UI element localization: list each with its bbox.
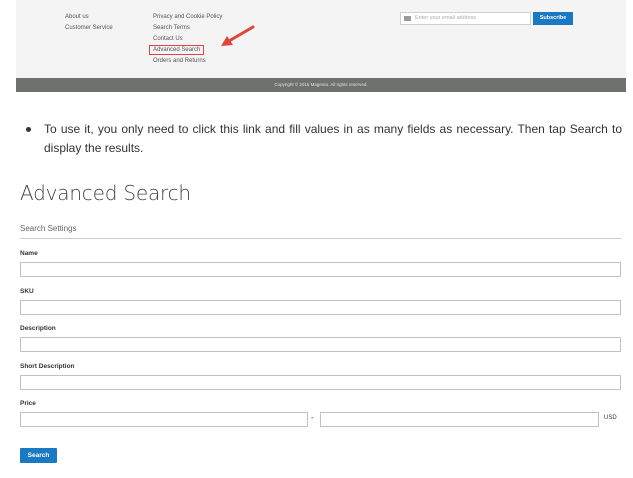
page-title: Advanced Search <box>20 181 191 205</box>
subscribe-button[interactable]: Subscribe <box>533 12 573 25</box>
bullet-dot-icon <box>26 127 31 132</box>
footer-screenshot: About us Customer Service Privacy and Co… <box>16 0 626 92</box>
section-divider <box>20 238 621 239</box>
footer-link-customer-service[interactable]: Customer Service <box>65 23 113 34</box>
newsletter-email-input[interactable]: Enter your email address <box>400 12 531 25</box>
footer-link-orders-returns[interactable]: Orders and Returns <box>153 56 222 67</box>
short-description-input[interactable] <box>20 375 621 390</box>
currency-label: USD <box>604 415 617 421</box>
name-input[interactable] <box>20 262 621 277</box>
name-label: Name <box>20 250 38 257</box>
mail-icon <box>404 16 411 21</box>
red-arrow-icon <box>221 25 255 46</box>
copyright-bar: Copyright © 2015 Magento. All rights res… <box>16 78 626 92</box>
instruction-bullet: To use it, you only need to click this l… <box>26 120 622 158</box>
footer-link-about-us[interactable]: About us <box>65 12 113 23</box>
description-label: Description <box>20 325 56 332</box>
price-label: Price <box>20 400 36 407</box>
search-button[interactable]: Search <box>20 448 57 463</box>
sku-label: SKU <box>20 288 34 295</box>
footer-link-advanced-search[interactable]: Advanced Search <box>149 45 205 55</box>
price-separator: - <box>311 413 314 422</box>
instruction-text: To use it, you only need to click this l… <box>44 122 622 155</box>
footer-link-privacy[interactable]: Privacy and Cookie Policy <box>153 12 222 23</box>
section-title: Search Settings <box>20 224 77 233</box>
sku-input[interactable] <box>20 300 621 315</box>
price-from-input[interactable] <box>20 412 308 427</box>
short-description-label: Short Description <box>20 363 75 370</box>
description-input[interactable] <box>20 337 621 352</box>
footer-column-1: About us Customer Service <box>65 12 113 34</box>
price-to-input[interactable] <box>320 412 599 427</box>
footer-column-2: Privacy and Cookie Policy Search Terms C… <box>149 12 222 67</box>
newsletter-placeholder: Enter your email address <box>415 15 477 21</box>
footer-link-contact-us[interactable]: Contact Us <box>153 34 222 45</box>
footer-link-search-terms[interactable]: Search Terms <box>153 23 222 34</box>
